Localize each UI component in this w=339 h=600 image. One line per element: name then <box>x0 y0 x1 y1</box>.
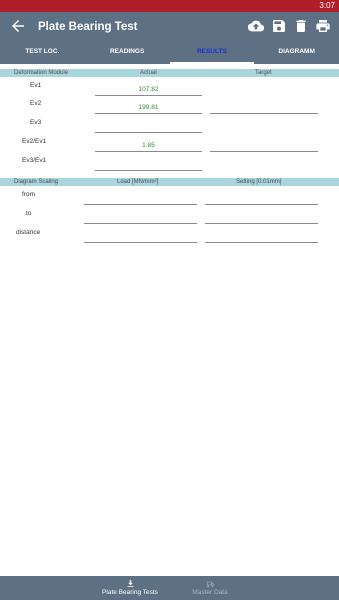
bottom-nav: Plate Bearing Tests Master Data <box>0 576 339 600</box>
nav-master-data[interactable]: Master Data <box>180 576 240 600</box>
from-setting-field[interactable] <box>205 193 318 205</box>
actual-column-label: Actual <box>140 70 157 76</box>
app-bar: Plate Bearing Test <box>0 12 339 42</box>
page-title: Plate Bearing Test <box>38 21 138 33</box>
ev2-label: Ev2 <box>30 100 42 107</box>
ev2-ev1-actual-field[interactable]: 1.85 <box>95 140 202 152</box>
tab-diagramm[interactable]: DIAGRAMM <box>254 42 339 64</box>
ev2-ev1-label: Ev2/Ev1 <box>22 138 47 145</box>
ev3-ev1-label: Ev3/Ev1 <box>22 157 47 164</box>
diagram-scaling-header: Diagram Scaling Load [MN/mm²] Setting [0… <box>0 178 339 186</box>
status-bar: 3:07 <box>0 0 339 12</box>
print-icon[interactable] <box>315 18 331 34</box>
ev2-actual-field[interactable]: 199.81 <box>95 102 202 114</box>
diagram-scaling-heading: Diagram Scaling <box>14 179 59 185</box>
to-load-field[interactable] <box>84 212 197 224</box>
distance-load-field[interactable] <box>84 231 197 243</box>
distance-label: distance <box>16 229 41 236</box>
deformation-module-header: Deformation Module Actual Target <box>0 69 339 77</box>
download-icon <box>127 580 133 587</box>
truck-icon <box>206 581 214 588</box>
ev1-label: Ev1 <box>30 82 42 89</box>
to-setting-field[interactable] <box>205 212 318 224</box>
ev2-target-field[interactable] <box>210 102 318 114</box>
nav-plate-bearing-tests[interactable]: Plate Bearing Tests <box>90 576 170 600</box>
nav-master-data-label: Master Data <box>192 589 228 596</box>
delete-icon[interactable] <box>293 18 309 34</box>
back-arrow-icon[interactable] <box>9 17 27 35</box>
tab-bar: TEST LOC. READINGS RESULTS DIAGRAMM <box>0 42 339 64</box>
distance-setting-field[interactable] <box>205 231 318 243</box>
ev3-label: Ev3 <box>30 119 42 126</box>
to-label: to <box>26 210 32 217</box>
target-column-label: Target <box>255 70 272 76</box>
deformation-module-heading: Deformation Module <box>14 70 69 76</box>
load-column-label: Load [MN/mm²] <box>117 179 159 185</box>
save-icon[interactable] <box>271 18 287 34</box>
setting-column-label: Setting [0.01mm] <box>236 179 282 185</box>
tab-readings[interactable]: READINGS <box>85 42 170 64</box>
ev1-actual-field[interactable]: 107.82 <box>95 84 202 96</box>
tab-results[interactable]: RESULTS <box>169 42 255 64</box>
nav-plate-bearing-tests-label: Plate Bearing Tests <box>102 589 158 596</box>
ev3-actual-field[interactable] <box>95 121 202 133</box>
from-load-field[interactable] <box>84 193 197 205</box>
ev3-ev1-actual-field[interactable] <box>95 159 202 171</box>
status-time: 3:07 <box>319 1 335 10</box>
from-label: from <box>22 191 35 198</box>
cloud-upload-icon[interactable] <box>248 18 264 34</box>
ev2-ev1-target-field[interactable] <box>210 140 318 152</box>
tab-test-loc[interactable]: TEST LOC. <box>0 42 85 64</box>
